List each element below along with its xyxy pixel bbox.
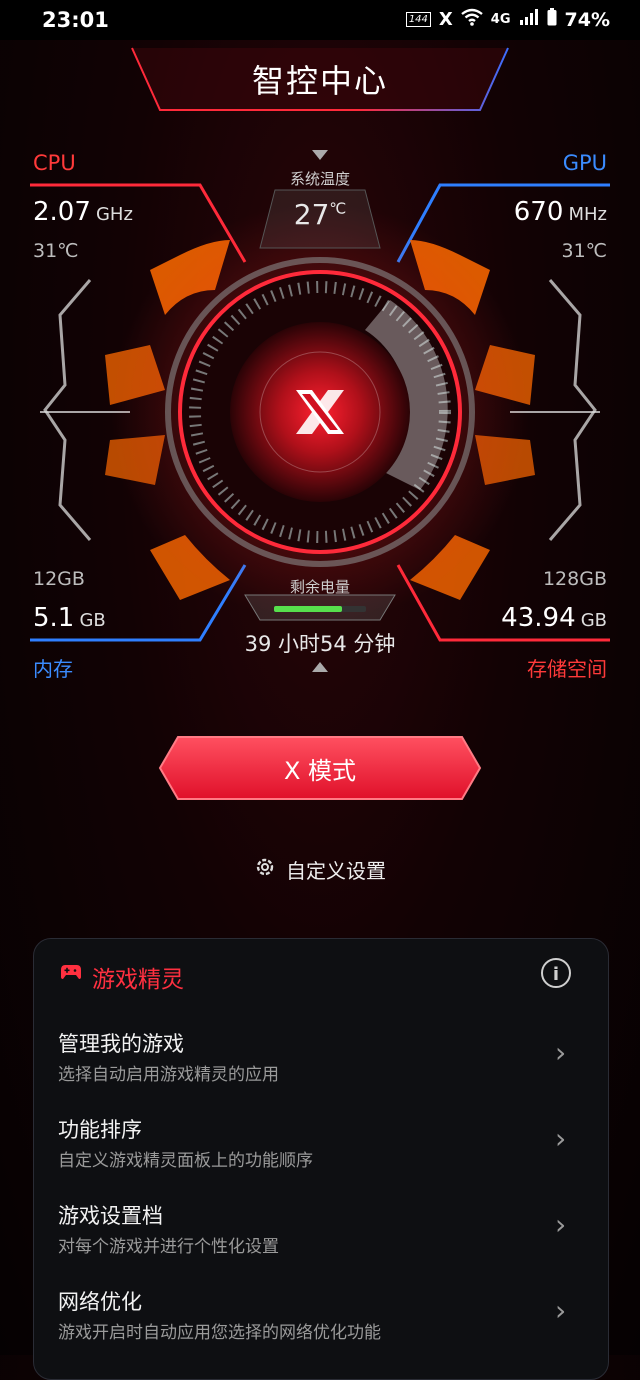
custom-settings-label: 自定义设置: [286, 858, 386, 883]
signal-icon: [519, 9, 539, 30]
info-icon[interactable]: i: [541, 958, 571, 988]
refresh-rate-icon: 144: [405, 12, 431, 27]
battery-remaining-label: 剩余电量: [289, 578, 350, 596]
x-logo-icon: [292, 388, 348, 440]
system-temp-label: 系统温度: [289, 170, 350, 188]
battery-level-fill: [274, 606, 343, 612]
chevron-right-icon: ›: [555, 1122, 567, 1155]
system-temp-value: 27: [293, 198, 330, 231]
list-item[interactable]: 网络优化 游戏开启时自动应用您选择的网络优化功能 ›: [33, 1270, 607, 1350]
status-icons: 144 X 4G 74%: [405, 8, 610, 31]
chevron-right-icon: ›: [555, 1208, 567, 1241]
row-subtitle: 对每个游戏并进行个性化设置: [58, 1237, 279, 1257]
x-mode-label: X 模式: [283, 757, 357, 785]
row-title: 功能排序: [58, 1118, 142, 1142]
battery-icon: [547, 8, 557, 31]
gamepad-icon: [60, 964, 82, 984]
battery-percent: 74%: [564, 8, 610, 31]
list-item[interactable]: 管理我的游戏 选择自动启用游戏精灵的应用 ›: [33, 1012, 607, 1092]
row-title: 游戏设置档: [58, 1204, 163, 1228]
custom-settings-button[interactable]: 自定义设置: [230, 846, 410, 892]
row-subtitle: 游戏开启时自动应用您选择的网络优化功能: [58, 1323, 381, 1343]
x-mode-status-icon: X: [438, 9, 453, 30]
row-subtitle: 选择自动启用游戏精灵的应用: [58, 1065, 279, 1085]
battery-level-bar: [274, 606, 366, 612]
page-title: 智控中心: [251, 62, 388, 100]
game-genie-title: 游戏精灵: [92, 967, 184, 993]
system-temp: 27℃: [0, 198, 640, 231]
chevron-right-icon: ›: [555, 1036, 567, 1069]
wifi-icon: [461, 8, 483, 31]
battery-remaining-time: 39 小时54 分钟: [244, 632, 396, 656]
row-title: 网络优化: [58, 1290, 142, 1314]
row-subtitle: 自定义游戏精灵面板上的功能顺序: [58, 1151, 313, 1171]
chevron-right-icon: ›: [555, 1294, 567, 1327]
system-temp-unit: ℃: [329, 199, 347, 218]
row-title: 管理我的游戏: [58, 1032, 184, 1056]
gpu-temp: 31℃: [561, 240, 607, 262]
gear-icon: [254, 856, 276, 883]
cpu-temp: 31℃: [33, 240, 79, 262]
status-time: 23:01: [42, 8, 109, 32]
list-item[interactable]: 功能排序 自定义游戏精灵面板上的功能顺序 ›: [33, 1098, 607, 1178]
network-type: 4G: [490, 12, 511, 27]
list-item[interactable]: 游戏设置档 对每个游戏并进行个性化设置 ›: [33, 1184, 607, 1264]
